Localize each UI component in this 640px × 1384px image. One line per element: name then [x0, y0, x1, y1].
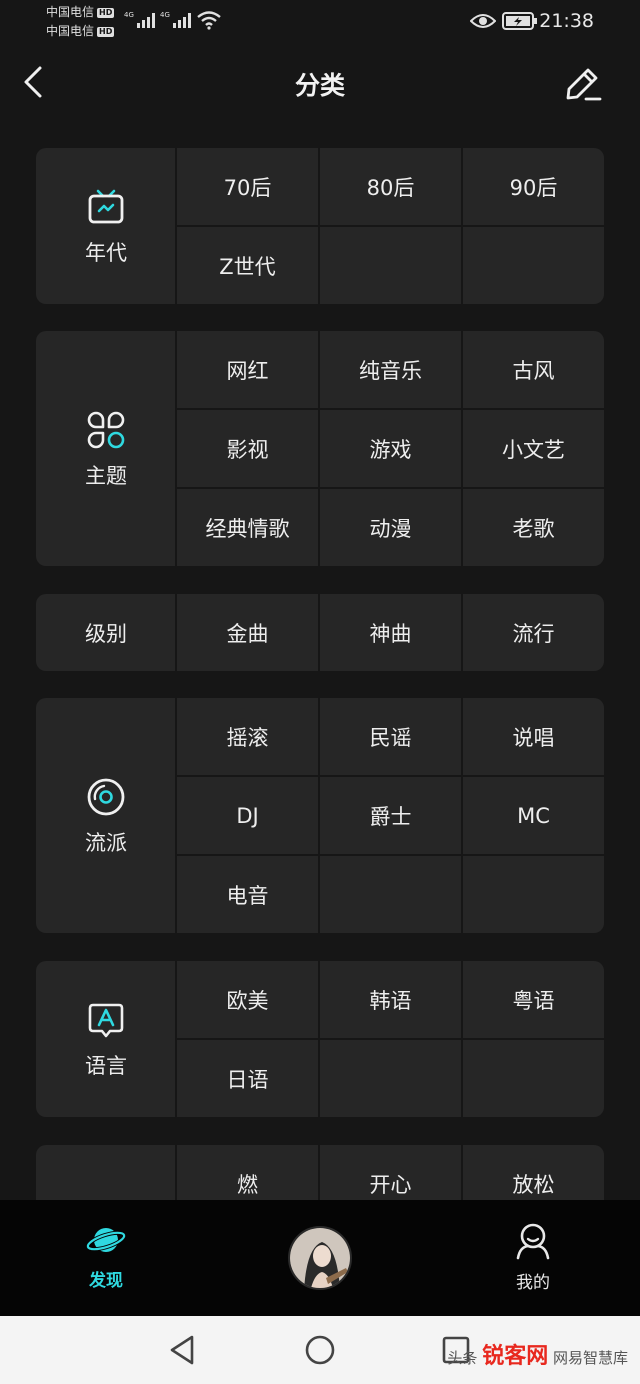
svg-text:4G: 4G: [124, 11, 134, 19]
tag-mc[interactable]: MC: [463, 777, 604, 854]
now-playing-avatar[interactable]: [288, 1226, 352, 1290]
tag-viral-hits[interactable]: 神曲: [320, 594, 461, 671]
category-card-era: 年代 70后 80后 90后 Z世代: [36, 148, 604, 304]
edit-button[interactable]: [562, 64, 602, 104]
tag-grid: 欧美 韩语 粤语 日语: [177, 961, 604, 1117]
tag-golden-hits[interactable]: 金曲: [177, 594, 318, 671]
clock: 21:38: [539, 10, 594, 32]
tag-jazz[interactable]: 爵士: [320, 777, 461, 854]
category-card-genre: 流派 摇滚 民谣 说唱 DJ 爵士 MC 电音: [36, 698, 604, 933]
tag-cantonese[interactable]: 粤语: [463, 961, 604, 1038]
svg-text:4G: 4G: [160, 11, 170, 19]
status-bar: 中国电信 HD 中国电信 HD 4G 4G 21:38: [0, 0, 640, 44]
category-list[interactable]: 年代 70后 80后 90后 Z世代 主题 网红 纯音乐 古风 影视 游戏 小文…: [0, 130, 640, 1200]
tag-electronic[interactable]: 电音: [177, 856, 318, 933]
tag-relax[interactable]: 放松: [463, 1145, 604, 1200]
bottom-nav: 发现 我的: [0, 1200, 640, 1316]
tag-korean[interactable]: 韩语: [320, 961, 461, 1038]
category-header-language: 语言: [36, 961, 176, 1117]
tag-ancient-style[interactable]: 古风: [463, 331, 604, 408]
category-label: 主题: [85, 463, 127, 488]
tag-gen-z[interactable]: Z世代: [177, 227, 318, 304]
tag-oldies[interactable]: 老歌: [463, 489, 604, 566]
tag-rap[interactable]: 说唱: [463, 698, 604, 775]
category-card-theme: 主题 网红 纯音乐 古风 影视 游戏 小文艺 经典情歌 动漫 老歌: [36, 331, 604, 566]
header: 分类: [0, 52, 640, 114]
tag-grid: 燃 开心 放松: [177, 1145, 604, 1200]
tag-grid: 70后 80后 90后 Z世代: [177, 148, 604, 304]
avatar: [290, 1228, 350, 1288]
nav-discover-label: 发现: [89, 1271, 123, 1291]
battery-icon: [502, 12, 537, 30]
tag-hype[interactable]: 燃: [177, 1145, 318, 1200]
signal-icon-2: 4G: [160, 11, 191, 28]
tag-japanese[interactable]: 日语: [177, 1040, 318, 1117]
tag-grid: 摇滚 民谣 说唱 DJ 爵士 MC 电音: [177, 698, 604, 933]
category-label: 流派: [85, 830, 127, 855]
page-title: 分类: [294, 71, 345, 100]
tag-pure-music[interactable]: 纯音乐: [320, 331, 461, 408]
tag-film-tv[interactable]: 影视: [177, 410, 318, 487]
tag-folk[interactable]: 民谣: [320, 698, 461, 775]
tag-grid: 网红 纯音乐 古风 影视 游戏 小文艺 经典情歌 动漫 老歌: [177, 331, 604, 566]
back-triangle-icon[interactable]: [164, 1332, 200, 1368]
home-circle-icon[interactable]: [302, 1332, 338, 1368]
tag-grid: 金曲 神曲 流行: [177, 594, 604, 671]
user-icon: [516, 1223, 550, 1260]
vinyl-icon: [87, 778, 125, 815]
tv-icon: [88, 189, 124, 224]
empty-cell: [320, 1040, 461, 1117]
nav-mine-label: 我的: [516, 1273, 550, 1293]
nav-mine[interactable]: 我的: [473, 1222, 593, 1293]
tag-indie[interactable]: 小文艺: [463, 410, 604, 487]
system-nav-bar: 头条 锐客网 网易智慧库: [0, 1316, 640, 1384]
category-label: 语言: [85, 1054, 127, 1078]
category-header-theme: 主题: [36, 331, 176, 566]
tag-dj[interactable]: DJ: [177, 777, 318, 854]
tag-anime[interactable]: 动漫: [320, 489, 461, 566]
tag-70s[interactable]: 70后: [177, 148, 318, 225]
planet-icon: [85, 1228, 127, 1252]
empty-cell: [320, 856, 461, 933]
category-card-level: 级别 金曲 神曲 流行: [36, 594, 604, 671]
category-header-level: 级别: [36, 594, 176, 671]
category-card-language: 语言 欧美 韩语 粤语 日语: [36, 961, 604, 1117]
category-card-mood: 燃 开心 放松: [36, 1145, 604, 1200]
tag-western[interactable]: 欧美: [177, 961, 318, 1038]
empty-cell: [463, 856, 604, 933]
carrier-1: 中国电信 HD: [46, 5, 115, 19]
nav-discover[interactable]: 发现: [46, 1222, 166, 1291]
category-header-genre: 流派: [36, 698, 176, 933]
empty-cell: [463, 1040, 604, 1117]
tag-classic-love[interactable]: 经典情歌: [177, 489, 318, 566]
empty-cell: [463, 227, 604, 304]
tag-pop[interactable]: 流行: [463, 594, 604, 671]
tag-rock[interactable]: 摇滚: [177, 698, 318, 775]
tag-80s[interactable]: 80后: [320, 148, 461, 225]
category-label: 级别: [85, 621, 127, 646]
eye-icon: [470, 14, 496, 28]
signal-icon: 4G: [124, 11, 155, 28]
carrier-2: 中国电信 HD: [46, 24, 115, 38]
tag-happy[interactable]: 开心: [320, 1145, 461, 1200]
category-header-era: 年代: [36, 148, 176, 304]
wifi-icon: [197, 11, 221, 30]
watermark: 头条 锐客网 网易智慧库: [447, 1343, 628, 1369]
empty-cell: [320, 227, 461, 304]
tag-internet-hits[interactable]: 网红: [177, 331, 318, 408]
tag-games[interactable]: 游戏: [320, 410, 461, 487]
category-label: 年代: [85, 241, 127, 265]
language-a-icon: [88, 1003, 124, 1038]
theme-grid-icon: [87, 411, 125, 448]
tag-90s[interactable]: 90后: [463, 148, 604, 225]
